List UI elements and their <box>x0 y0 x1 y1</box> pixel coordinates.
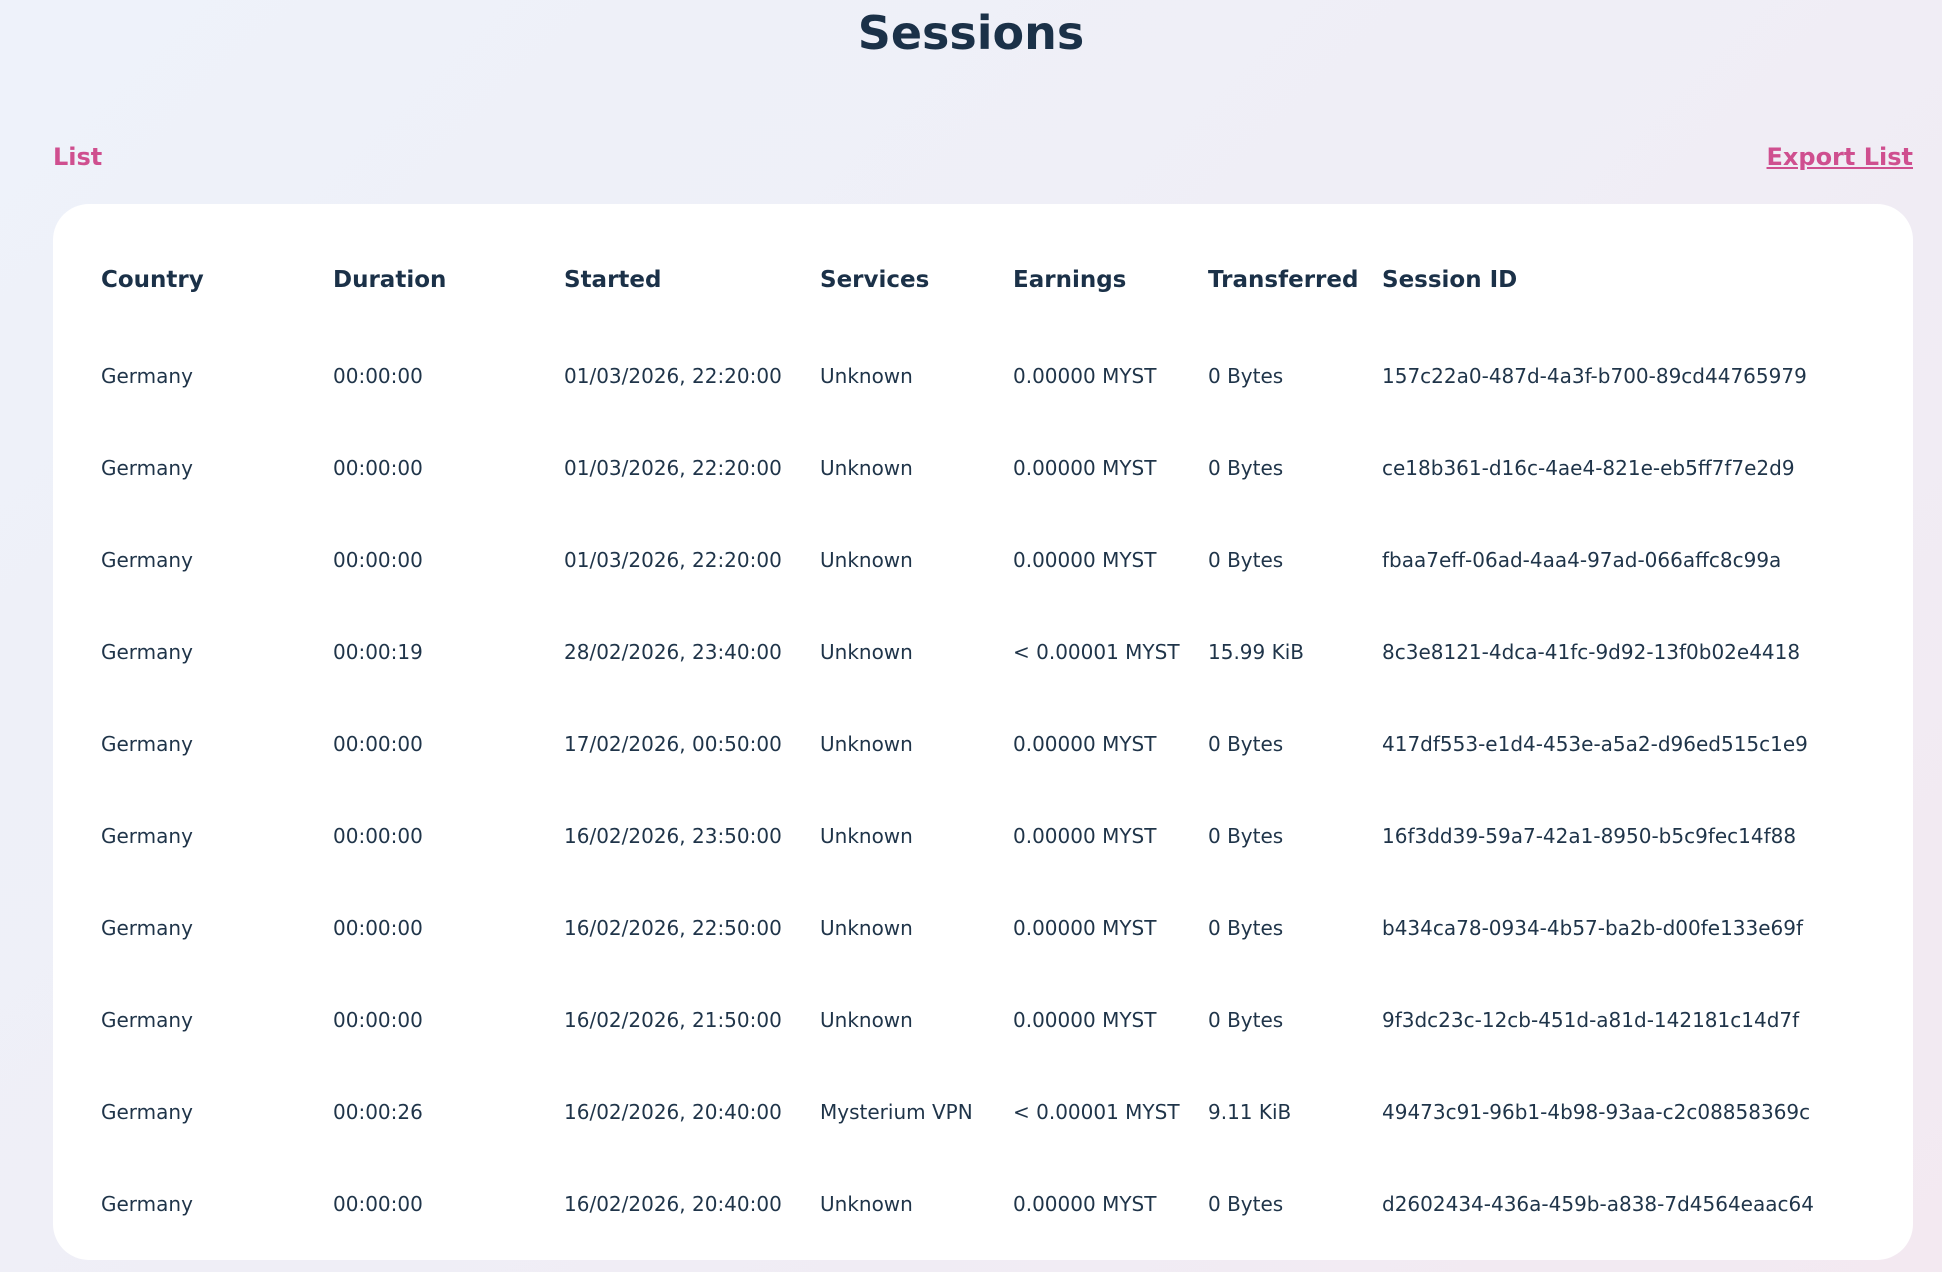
earnings-cell: 0.00000 MYST <box>1013 364 1157 388</box>
session-id-cell: b434ca78-0934-4b57-ba2b-d00fe133e69f <box>1382 916 1804 940</box>
duration-cell: 00:00:00 <box>333 916 423 940</box>
duration-cell: 00:00:00 <box>333 548 423 572</box>
transferred-cell: 0 Bytes <box>1208 732 1284 756</box>
started-cell: 01/03/2026, 22:20:00 <box>564 456 782 480</box>
earnings-cell: 0.00000 MYST <box>1013 1008 1157 1032</box>
country-cell: Germany <box>101 456 193 480</box>
session-id-cell: fbaa7eff-06ad-4aa4-97ad-066affc8c99a <box>1382 548 1782 572</box>
country-cell: Germany <box>101 548 193 572</box>
services-cell: Unknown <box>820 916 913 940</box>
services-cell: Unknown <box>820 364 913 388</box>
services-cell: Unknown <box>820 1192 913 1216</box>
earnings-cell: 0.00000 MYST <box>1013 732 1157 756</box>
duration-cell: 00:00:26 <box>333 1100 423 1124</box>
session-id-cell: 157c22a0-487d-4a3f-b700-89cd44765979 <box>1382 364 1807 388</box>
page-title: Sessions <box>857 6 1085 60</box>
session-id-cell: 417df553-e1d4-453e-a5a2-d96ed515c1e9 <box>1382 732 1808 756</box>
table-row[interactable]: Germany 00:00:00 16/02/2026, 21:50:00 Unkno… <box>53 1000 1913 1040</box>
services-cell: Unknown <box>820 640 913 664</box>
session-id-cell: 9f3dc23c-12cb-451d-a81d-142181c14d7f <box>1382 1008 1800 1032</box>
column-header-session-id[interactable]: Session ID <box>1382 260 1517 300</box>
duration-cell: 00:00:00 <box>333 824 423 848</box>
table-row[interactable]: Germany 00:00:00 16/02/2026, 20:40:00 Unkno… <box>53 1184 1913 1224</box>
earnings-cell: 0.00000 MYST <box>1013 456 1157 480</box>
column-header-started[interactable]: Started <box>564 260 661 300</box>
transferred-cell: 0 Bytes <box>1208 824 1284 848</box>
country-cell: Germany <box>101 824 193 848</box>
table-row[interactable]: Germany 00:00:00 01/03/2026, 22:20:00 Unkno… <box>53 356 1913 396</box>
started-cell: 28/02/2026, 23:40:00 <box>564 640 782 664</box>
table-header: Country Duration Started Services Earnin… <box>53 260 1913 300</box>
duration-cell: 00:00:19 <box>333 640 423 664</box>
country-cell: Germany <box>101 1100 193 1124</box>
column-header-transferred[interactable]: Transferred <box>1208 260 1358 300</box>
country-cell: Germany <box>101 1192 193 1216</box>
session-id-cell: 49473c91-96b1-4b98-93aa-c2c08858369c <box>1382 1100 1811 1124</box>
table-row[interactable]: Germany 00:00:26 16/02/2026, 20:40:00 Myste… <box>53 1092 1913 1132</box>
started-cell: 16/02/2026, 23:50:00 <box>564 824 782 848</box>
export-list-link[interactable]: Export List <box>1767 143 1913 171</box>
earnings-cell: < 0.00001 MYST <box>1013 1100 1180 1124</box>
session-id-cell: ce18b361-d16c-4ae4-821e-eb5ff7f7e2d9 <box>1382 456 1795 480</box>
services-cell: Mysterium VPN <box>820 1100 973 1124</box>
services-cell: Unknown <box>820 732 913 756</box>
earnings-cell: 0.00000 MYST <box>1013 1192 1157 1216</box>
earnings-cell: < 0.00001 MYST <box>1013 640 1180 664</box>
table-row[interactable]: Germany 00:00:00 01/03/2026, 22:20:00 Unkno… <box>53 448 1913 488</box>
country-cell: Germany <box>101 640 193 664</box>
session-id-cell: 16f3dd39-59a7-42a1-8950-b5c9fec14f88 <box>1382 824 1797 848</box>
started-cell: 16/02/2026, 22:50:00 <box>564 916 782 940</box>
transferred-cell: 0 Bytes <box>1208 364 1284 388</box>
table-row[interactable]: Germany 00:00:00 17/02/2026, 00:50:00 Unkno… <box>53 724 1913 764</box>
duration-cell: 00:00:00 <box>333 364 423 388</box>
sessions-table: Country Duration Started Services Earnin… <box>53 204 1913 1260</box>
transferred-cell: 0 Bytes <box>1208 456 1284 480</box>
started-cell: 16/02/2026, 21:50:00 <box>564 1008 782 1032</box>
started-cell: 16/02/2026, 20:40:00 <box>564 1192 782 1216</box>
column-header-services[interactable]: Services <box>820 260 929 300</box>
started-cell: 01/03/2026, 22:20:00 <box>564 548 782 572</box>
table-row[interactable]: Germany 00:00:19 28/02/2026, 23:40:00 Unkno… <box>53 632 1913 672</box>
tab-list[interactable]: List <box>53 143 102 171</box>
table-row[interactable]: Germany 00:00:00 01/03/2026, 22:20:00 Unkno… <box>53 540 1913 580</box>
column-header-duration[interactable]: Duration <box>333 260 446 300</box>
country-cell: Germany <box>101 732 193 756</box>
services-cell: Unknown <box>820 1008 913 1032</box>
country-cell: Germany <box>101 1008 193 1032</box>
transferred-cell: 0 Bytes <box>1208 548 1284 572</box>
table-row[interactable]: Germany 00:00:00 16/02/2026, 22:50:00 Unkno… <box>53 908 1913 948</box>
services-cell: Unknown <box>820 824 913 848</box>
column-header-country[interactable]: Country <box>101 260 204 300</box>
transferred-cell: 15.99 KiB <box>1208 640 1305 664</box>
session-id-cell: d2602434-436a-459b-a838-7d4564eaac64 <box>1382 1192 1814 1216</box>
duration-cell: 00:00:00 <box>333 732 423 756</box>
session-id-cell: 8c3e8121-4dca-41fc-9d92-13f0b02e4418 <box>1382 640 1801 664</box>
country-cell: Germany <box>101 364 193 388</box>
duration-cell: 00:00:00 <box>333 1192 423 1216</box>
transferred-cell: 9.11 KiB <box>1208 1100 1292 1124</box>
services-cell: Unknown <box>820 548 913 572</box>
started-cell: 17/02/2026, 00:50:00 <box>564 732 782 756</box>
earnings-cell: 0.00000 MYST <box>1013 824 1157 848</box>
transferred-cell: 0 Bytes <box>1208 916 1284 940</box>
earnings-cell: 0.00000 MYST <box>1013 916 1157 940</box>
table-row[interactable]: Germany 00:00:00 16/02/2026, 23:50:00 Unkno… <box>53 816 1913 856</box>
duration-cell: 00:00:00 <box>333 456 423 480</box>
services-cell: Unknown <box>820 456 913 480</box>
country-cell: Germany <box>101 916 193 940</box>
started-cell: 16/02/2026, 20:40:00 <box>564 1100 782 1124</box>
duration-cell: 00:00:00 <box>333 1008 423 1032</box>
transferred-cell: 0 Bytes <box>1208 1192 1284 1216</box>
column-header-earnings[interactable]: Earnings <box>1013 260 1126 300</box>
earnings-cell: 0.00000 MYST <box>1013 548 1157 572</box>
started-cell: 01/03/2026, 22:20:00 <box>564 364 782 388</box>
transferred-cell: 0 Bytes <box>1208 1008 1284 1032</box>
